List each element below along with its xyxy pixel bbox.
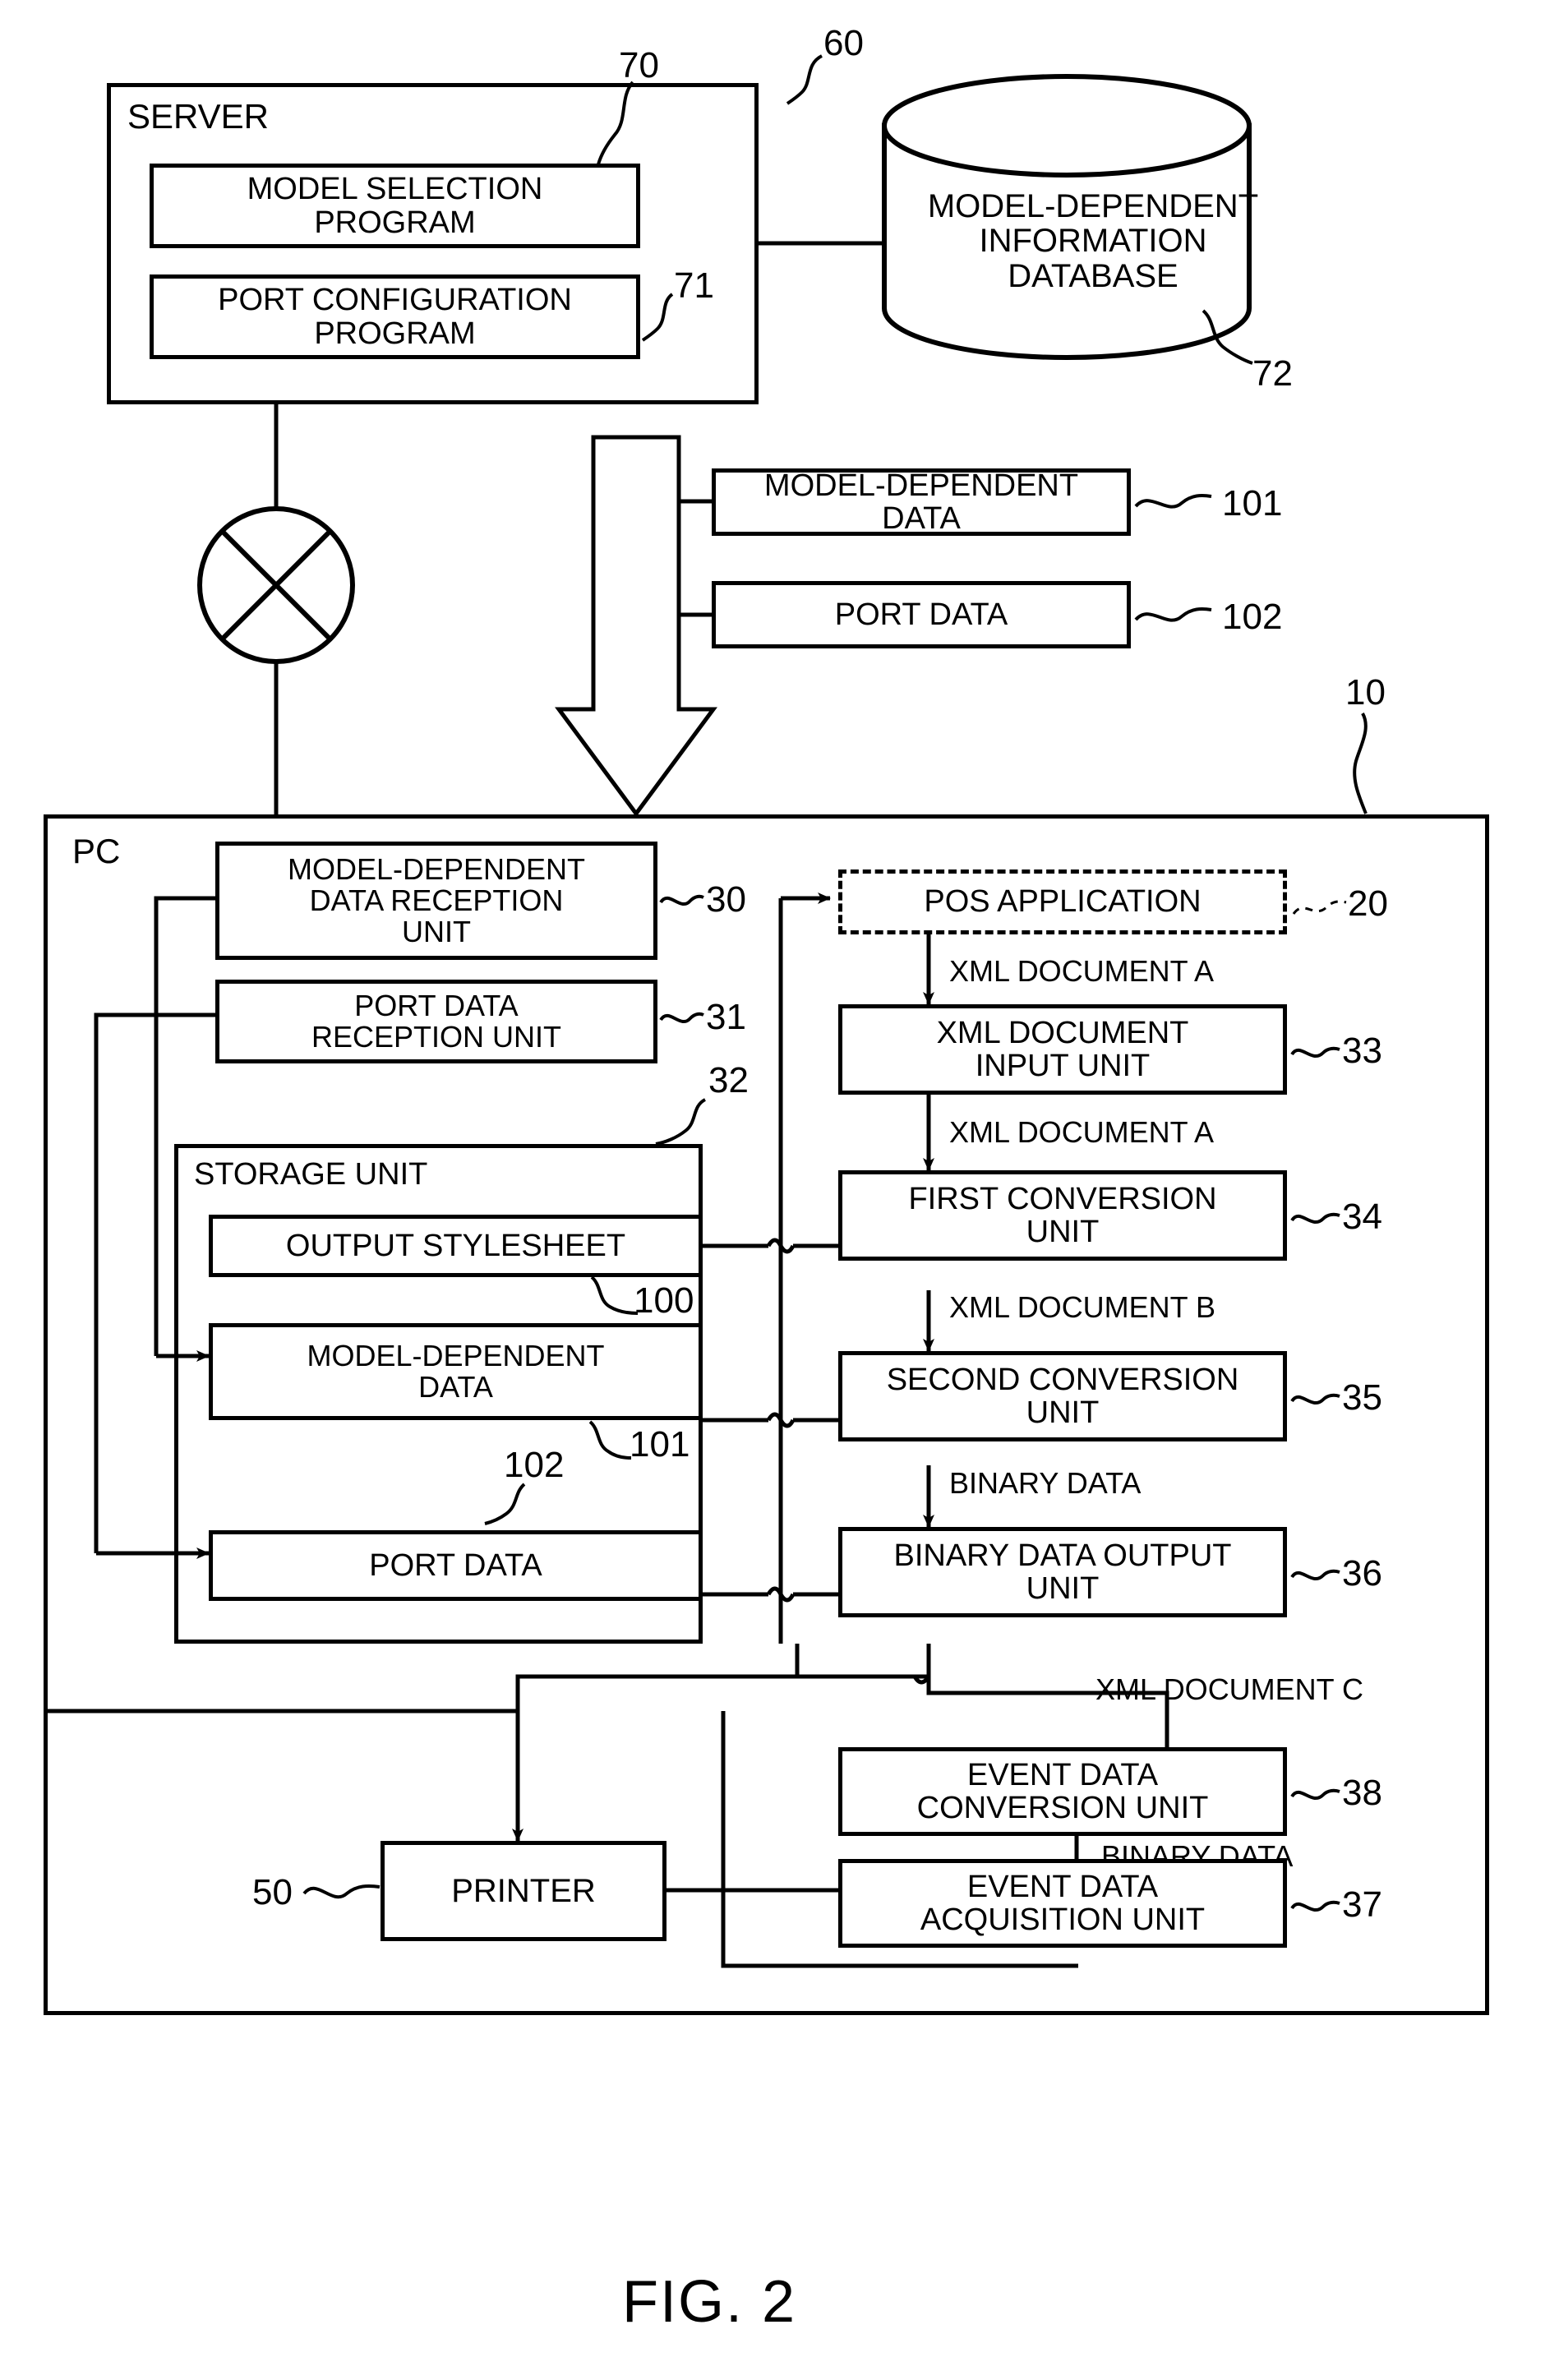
event-data-acquisition-unit-label: EVENT DATA ACQUISITION UNIT: [920, 1869, 1206, 1937]
ref-30-leader: [659, 894, 704, 906]
transfer-port-data-label: PORT DATA: [834, 597, 1008, 632]
ref-102-transfer-leader: [1134, 607, 1212, 622]
first-conversion-unit-label: FIRST CONVERSION UNIT: [908, 1181, 1217, 1249]
ref-33: 33: [1342, 1031, 1382, 1071]
flow-label-xml-document-c: XML DOCUMENT C: [1095, 1672, 1364, 1706]
event-data-conversion-unit-label: EVENT DATA CONVERSION UNIT: [916, 1757, 1209, 1825]
xml-document-input-unit-box[interactable]: XML DOCUMENT INPUT UNIT: [838, 1004, 1287, 1095]
ref-72-leader: [1202, 309, 1253, 365]
figure-caption: FIG. 2: [622, 2269, 797, 2335]
model-selection-program-box[interactable]: MODEL SELECTION PROGRAM: [150, 164, 640, 248]
output-stylesheet-box[interactable]: OUTPUT STYLESHEET: [209, 1215, 703, 1277]
ref-101-transfer: 101: [1222, 483, 1283, 524]
binary-data-output-unit-label: BINARY DATA OUTPUT UNIT: [893, 1538, 1232, 1606]
transfer-model-dependent-data-box[interactable]: MODEL-DEPENDENT DATA: [712, 468, 1131, 536]
port-configuration-program-label: PORT CONFIGURATION PROGRAM: [218, 283, 572, 351]
ref-71-leader: [641, 293, 674, 342]
ref-20-leader: [1292, 900, 1347, 915]
ref-50-leader: [302, 1884, 381, 1899]
model-selection-program-label: MODEL SELECTION PROGRAM: [247, 172, 543, 240]
ref-10-leader: [1353, 713, 1368, 814]
model-dependent-data-reception-unit-box[interactable]: MODEL-DEPENDENT DATA RECEPTION UNIT: [215, 842, 657, 960]
ref-36: 36: [1342, 1553, 1382, 1594]
ref-60-leader: [786, 54, 823, 105]
flow-label-xml-document-b: XML DOCUMENT B: [949, 1290, 1216, 1324]
database-label: MODEL-DEPENDENT INFORMATION DATABASE: [927, 188, 1259, 294]
output-stylesheet-label: OUTPUT STYLESHEET: [285, 1228, 626, 1263]
server-title: SERVER: [127, 97, 269, 136]
ref-36-leader: [1290, 1569, 1340, 1581]
ref-50: 50: [252, 1872, 293, 1912]
ref-35-leader: [1290, 1393, 1340, 1405]
ref-33-leader: [1290, 1046, 1340, 1059]
storage-port-data-box[interactable]: PORT DATA: [209, 1530, 703, 1601]
port-data-reception-unit-box[interactable]: PORT DATA RECEPTION UNIT: [215, 980, 657, 1063]
pc-title: PC: [72, 832, 121, 870]
ref-37: 37: [1342, 1884, 1382, 1925]
ref-101-transfer-leader: [1134, 494, 1212, 509]
second-conversion-unit-box[interactable]: SECOND CONVERSION UNIT: [838, 1351, 1287, 1441]
ref-32-leader: [655, 1098, 707, 1146]
storage-model-dependent-data-box[interactable]: MODEL-DEPENDENT DATA: [209, 1323, 703, 1420]
network-crossed-circle-icon: [197, 506, 355, 664]
ref-30: 30: [706, 879, 746, 920]
ref-34: 34: [1342, 1197, 1382, 1237]
ref-38: 38: [1342, 1773, 1382, 1813]
ref-70-leader: [597, 81, 634, 165]
port-configuration-program-box[interactable]: PORT CONFIGURATION PROGRAM: [150, 274, 640, 359]
ref-34-leader: [1290, 1212, 1340, 1225]
ref-10: 10: [1345, 672, 1386, 713]
printer-label: PRINTER: [451, 1872, 596, 1909]
flow-label-xml-document-a-2: XML DOCUMENT A: [949, 1115, 1215, 1149]
first-conversion-unit-box[interactable]: FIRST CONVERSION UNIT: [838, 1170, 1287, 1261]
ref-101-storage-leader: [588, 1420, 632, 1460]
pos-application-label: POS APPLICATION: [924, 884, 1202, 920]
pos-application-box[interactable]: POS APPLICATION: [838, 869, 1287, 934]
ref-31-leader: [659, 1012, 704, 1024]
figure-canvas: SERVER 60 MODEL SELECTION PROGRAM 70 PORT…: [0, 0, 1559, 2380]
ref-38-leader: [1290, 1788, 1340, 1801]
ref-20: 20: [1348, 883, 1388, 924]
ref-102-storage-leader: [484, 1483, 526, 1525]
storage-port-data-label: PORT DATA: [369, 1547, 542, 1583]
transfer-model-dependent-data-label: MODEL-DEPENDENT DATA: [763, 468, 1079, 536]
storage-unit-title: STORAGE UNIT: [194, 1157, 428, 1192]
ref-101-storage: 101: [630, 1424, 690, 1464]
binary-data-output-unit-box[interactable]: BINARY DATA OUTPUT UNIT: [838, 1527, 1287, 1617]
flow-label-binary-data-1: BINARY DATA: [949, 1466, 1142, 1500]
printer-box[interactable]: PRINTER: [381, 1841, 666, 1941]
ref-37-leader: [1290, 1900, 1340, 1912]
ref-31: 31: [706, 997, 746, 1037]
second-conversion-unit-label: SECOND CONVERSION UNIT: [886, 1362, 1239, 1430]
ref-35: 35: [1342, 1377, 1382, 1418]
model-dependent-data-reception-unit-label: MODEL-DEPENDENT DATA RECEPTION UNIT: [287, 851, 586, 949]
transfer-port-data-box[interactable]: PORT DATA: [712, 581, 1131, 648]
xml-document-input-unit-label: XML DOCUMENT INPUT UNIT: [936, 1015, 1189, 1083]
ref-100-leader: [590, 1275, 639, 1315]
event-data-conversion-unit-box[interactable]: EVENT DATA CONVERSION UNIT: [838, 1747, 1287, 1836]
flow-label-xml-document-a-1: XML DOCUMENT A: [949, 954, 1215, 988]
event-data-acquisition-unit-box[interactable]: EVENT DATA ACQUISITION UNIT: [838, 1859, 1287, 1948]
port-data-reception-unit-label: PORT DATA RECEPTION UNIT: [311, 988, 561, 1054]
ref-102-transfer: 102: [1222, 597, 1283, 637]
storage-model-dependent-data-label: MODEL-DEPENDENT DATA: [307, 1338, 605, 1404]
